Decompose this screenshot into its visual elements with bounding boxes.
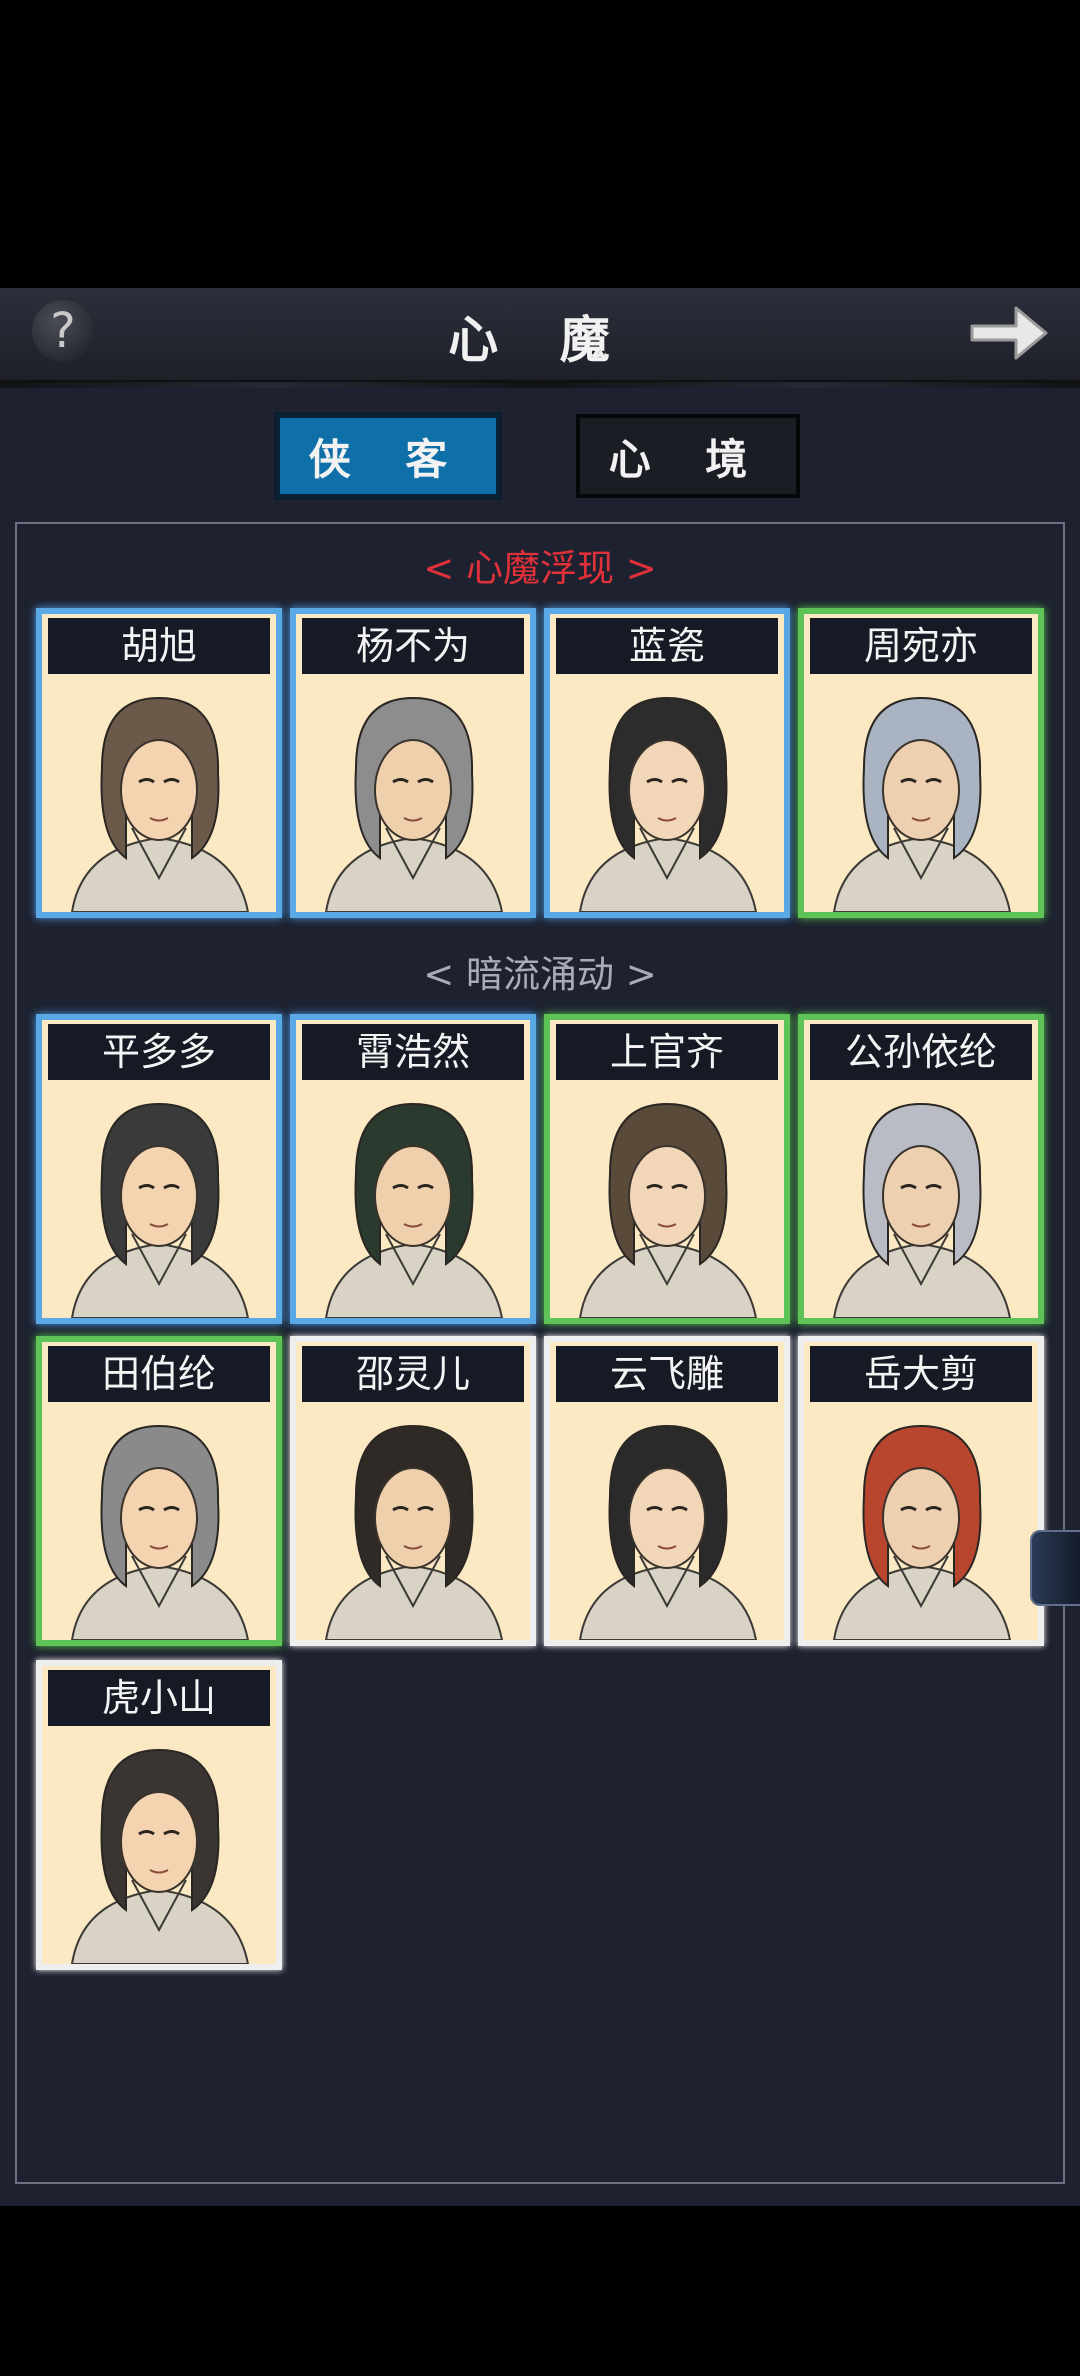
character-card[interactable]: 胡旭: [36, 608, 282, 918]
character-name: 周宛亦: [810, 618, 1032, 674]
character-portrait: [70, 1748, 250, 1964]
tab-bar: 侠 客 心 境: [0, 410, 1080, 506]
tab-xiake[interactable]: 侠 客: [276, 414, 500, 498]
character-card[interactable]: 霄浩然: [290, 1014, 536, 1324]
character-card[interactable]: 岳大剪: [798, 1336, 1044, 1646]
character-card[interactable]: 云飞雕: [544, 1336, 790, 1646]
character-portrait: [70, 1424, 250, 1640]
character-portrait: [578, 1424, 758, 1640]
character-portrait: [70, 1102, 250, 1318]
character-name: 邵灵儿: [302, 1346, 524, 1402]
character-card[interactable]: 杨不为: [290, 608, 536, 918]
character-card[interactable]: 平多多: [36, 1014, 282, 1324]
character-portrait: [324, 696, 504, 912]
character-name: 蓝瓷: [556, 618, 778, 674]
tab-xinjing[interactable]: 心 境: [576, 414, 800, 498]
section-title-anliu-yongdong: < 暗流涌动 >: [423, 953, 657, 996]
character-portrait: [832, 696, 1012, 912]
character-card[interactable]: 公孙依纶: [798, 1014, 1044, 1324]
section-title-xinmo-fuxian: < 心魔浮现 >: [423, 547, 657, 590]
character-portrait: [578, 1102, 758, 1318]
character-portrait: [324, 1424, 504, 1640]
character-name: 虎小山: [48, 1670, 270, 1726]
character-name: 平多多: [48, 1024, 270, 1080]
side-drawer-handle[interactable]: [1030, 1530, 1080, 1606]
character-name: 杨不为: [302, 618, 524, 674]
character-name: 田伯纶: [48, 1346, 270, 1402]
character-name: 胡旭: [48, 618, 270, 674]
character-card[interactable]: 田伯纶: [36, 1336, 282, 1646]
character-name: 岳大剪: [810, 1346, 1032, 1402]
character-card[interactable]: 蓝瓷: [544, 608, 790, 918]
character-portrait: [832, 1102, 1012, 1318]
character-card[interactable]: 周宛亦: [798, 608, 1044, 918]
arrow-right-icon[interactable]: [966, 298, 1050, 368]
character-portrait: [832, 1424, 1012, 1640]
character-card[interactable]: 上官齐: [544, 1014, 790, 1324]
character-portrait: [324, 1102, 504, 1318]
character-name: 上官齐: [556, 1024, 778, 1080]
page-title: 心 魔: [448, 310, 632, 369]
character-name: 霄浩然: [302, 1024, 524, 1080]
character-card[interactable]: 虎小山: [36, 1660, 282, 1970]
character-portrait: [70, 696, 250, 912]
character-card[interactable]: 邵灵儿: [290, 1336, 536, 1646]
character-portrait: [578, 696, 758, 912]
character-name: 公孙依纶: [810, 1024, 1032, 1080]
character-name: 云飞雕: [556, 1346, 778, 1402]
